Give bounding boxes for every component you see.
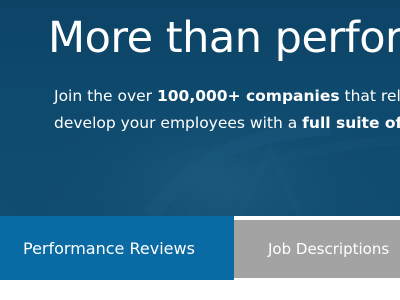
- tab-label: Job Descriptions: [268, 240, 390, 258]
- hero-intro-line-1: Join the over 100,000+ companies that re…: [54, 83, 400, 110]
- content-area: [0, 280, 400, 300]
- hero-headline: More than performance: [48, 13, 400, 63]
- intro-highlight-companies: 100,000+ companies: [156, 87, 340, 105]
- hero-intro-line-2: develop your employees with a full suite…: [54, 110, 400, 137]
- intro-highlight-tools: full suite of tools: [302, 114, 400, 132]
- product-tabs: Performance Reviews Job Descriptions: [0, 216, 400, 280]
- hero-intro: Join the over 100,000+ companies that re…: [54, 83, 400, 137]
- tab-performance-reviews[interactable]: Performance Reviews: [0, 216, 234, 280]
- intro-text: that rely on us to: [344, 87, 400, 105]
- tab-job-descriptions[interactable]: Job Descriptions: [234, 220, 400, 278]
- hero-banner: More than performance Join the over 100,…: [0, 0, 400, 216]
- tab-label: Performance Reviews: [23, 238, 195, 258]
- landing-page: More than performance Join the over 100,…: [0, 0, 400, 300]
- intro-text: Join the over: [54, 87, 157, 105]
- intro-text: develop your employees with a: [54, 114, 303, 132]
